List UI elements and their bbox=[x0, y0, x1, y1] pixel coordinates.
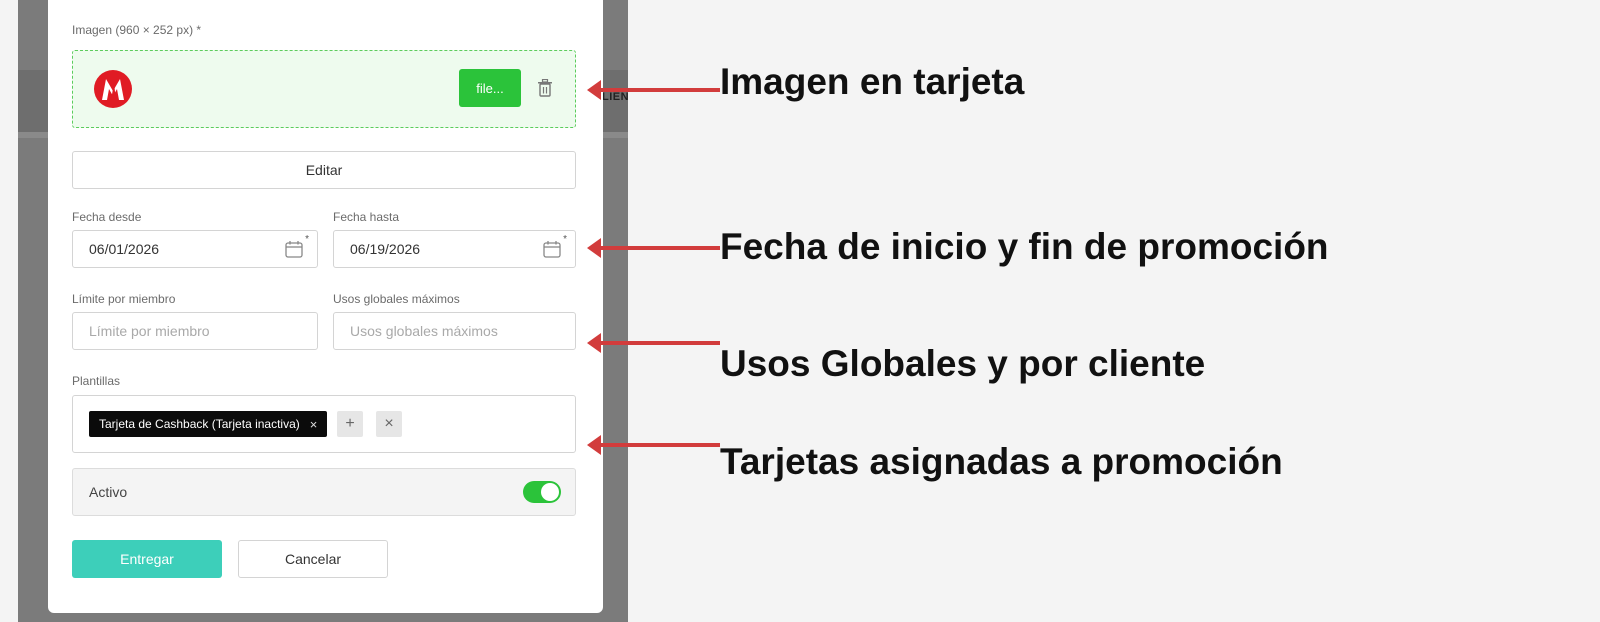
cancel-button[interactable]: Cancelar bbox=[238, 540, 388, 578]
logo-icon bbox=[94, 70, 132, 108]
annotation-uses: Usos Globales y por cliente bbox=[720, 343, 1206, 384]
template-chip: Tarjeta de Cashback (Tarjeta inactiva) × bbox=[89, 411, 328, 437]
member-limit-label: Límite por miembro bbox=[72, 292, 176, 306]
calendar-icon[interactable] bbox=[285, 240, 303, 258]
date-to-label: Fecha hasta bbox=[333, 210, 400, 224]
close-icon[interactable]: × bbox=[376, 411, 402, 437]
file-upload-button[interactable]: file... bbox=[459, 69, 521, 107]
image-label: Imagen (960 × 252 px) * bbox=[72, 23, 202, 37]
page-margin bbox=[0, 0, 18, 622]
annotation-arrow bbox=[587, 80, 720, 100]
required-marker: * bbox=[305, 234, 309, 245]
global-uses-placeholder: Usos globales máximos bbox=[350, 323, 498, 339]
image-dropzone[interactable]: file... bbox=[72, 50, 576, 128]
annotation-arrow bbox=[587, 333, 720, 353]
annotation-image: Imagen en tarjeta bbox=[720, 61, 1025, 102]
date-to-input[interactable]: 06/19/2026 * bbox=[333, 230, 576, 268]
date-from-input[interactable]: 06/01/2026 * bbox=[72, 230, 318, 268]
date-from-value: 06/01/2026 bbox=[89, 241, 160, 257]
templates-label: Plantillas bbox=[72, 374, 121, 388]
annotation-templates: Tarjetas asignadas a promoción bbox=[720, 441, 1283, 482]
required-marker: * bbox=[563, 234, 567, 245]
trash-icon[interactable] bbox=[537, 79, 553, 97]
annotation-arrow bbox=[587, 238, 720, 258]
promotion-modal: Imagen (960 × 252 px) * file... Editar F… bbox=[48, 0, 603, 613]
close-icon[interactable]: × bbox=[310, 417, 318, 432]
member-limit-input[interactable]: Límite por miembro bbox=[72, 312, 318, 350]
date-to-value: 06/19/2026 bbox=[350, 241, 421, 257]
active-toggle[interactable] bbox=[523, 481, 561, 503]
submit-button[interactable]: Entregar bbox=[72, 540, 222, 578]
member-limit-placeholder: Límite por miembro bbox=[89, 323, 210, 339]
active-toggle-row: Activo bbox=[72, 468, 576, 516]
active-label: Activo bbox=[89, 484, 128, 500]
toggle-knob bbox=[541, 483, 559, 501]
edit-image-button[interactable]: Editar bbox=[72, 151, 576, 189]
calendar-icon[interactable] bbox=[543, 240, 561, 258]
plus-icon[interactable]: + bbox=[337, 411, 363, 437]
background-header-text: LIEN bbox=[602, 91, 630, 103]
template-chip-label: Tarjeta de Cashback (Tarjeta inactiva) bbox=[99, 417, 300, 431]
annotation-dates: Fecha de inicio y fin de promoción bbox=[720, 226, 1329, 267]
templates-multiselect[interactable]: Tarjeta de Cashback (Tarjeta inactiva) ×… bbox=[72, 395, 576, 453]
global-uses-label: Usos globales máximos bbox=[333, 292, 460, 306]
date-from-label: Fecha desde bbox=[72, 210, 142, 224]
annotation-arrow bbox=[587, 435, 720, 455]
global-uses-input[interactable]: Usos globales máximos bbox=[333, 312, 576, 350]
